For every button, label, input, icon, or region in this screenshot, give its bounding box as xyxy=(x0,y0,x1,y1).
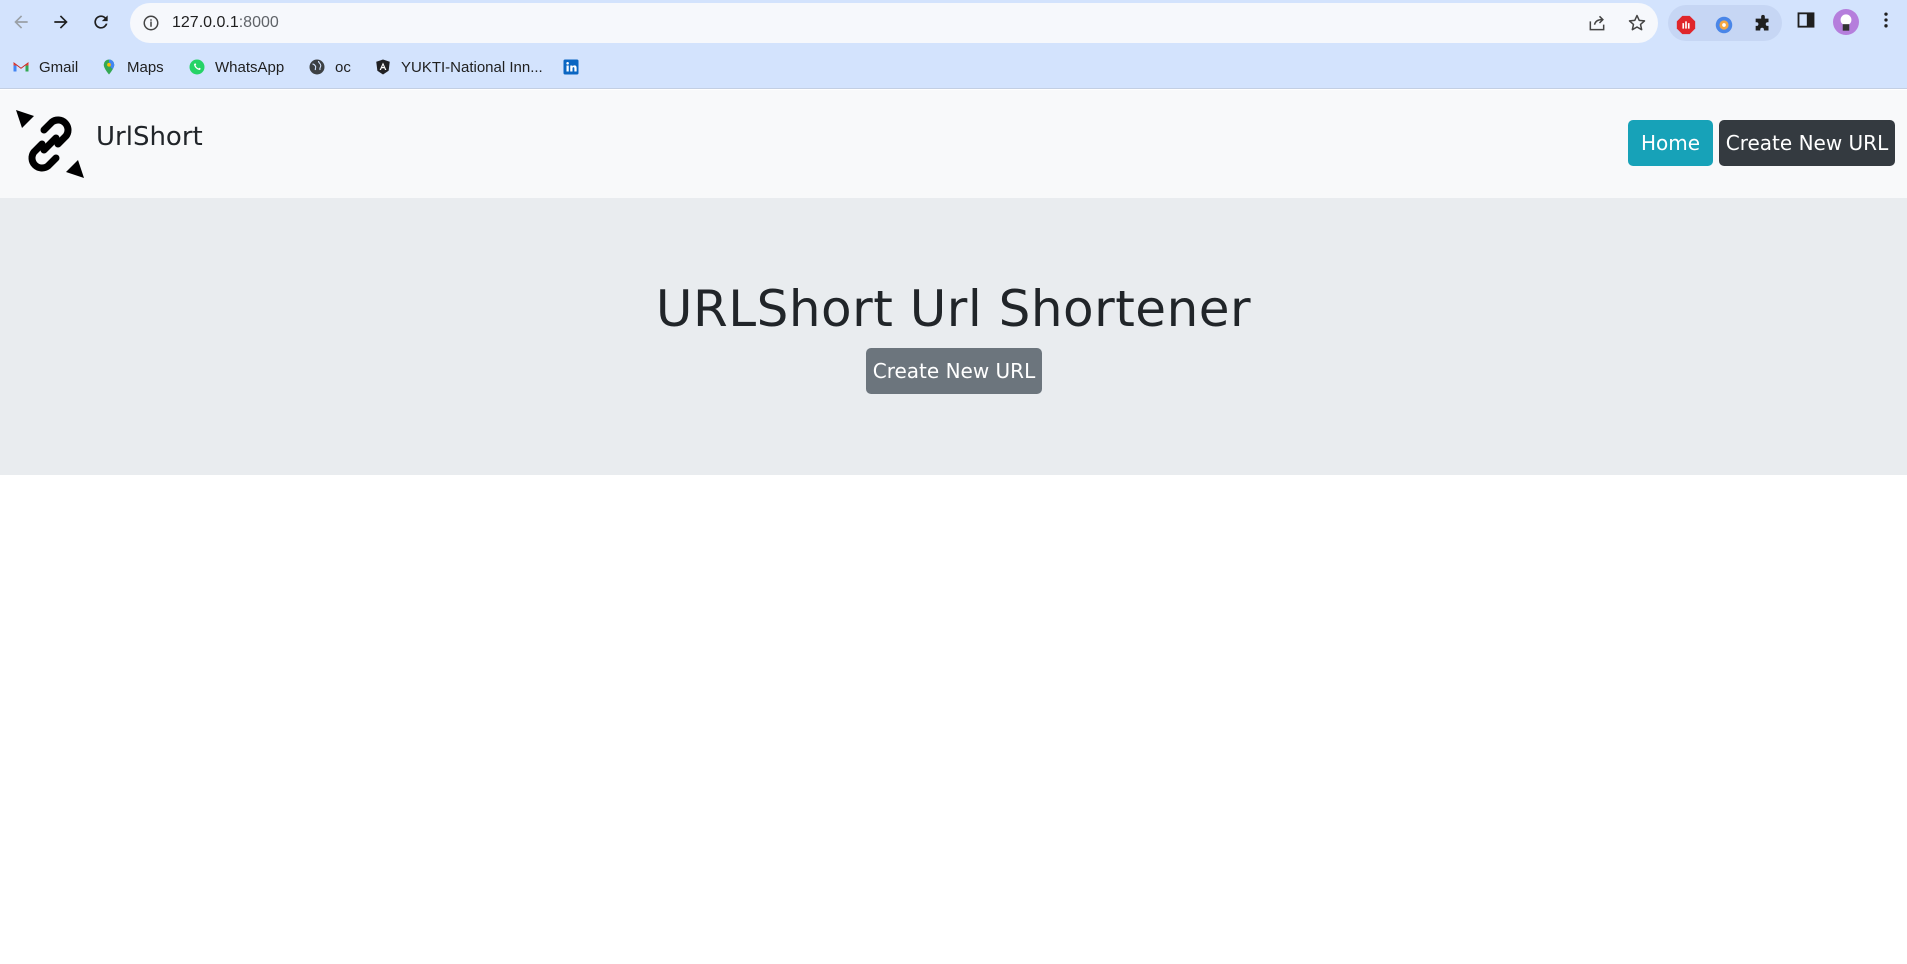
profile-avatar[interactable] xyxy=(1833,9,1859,35)
bookmark-label: WhatsApp xyxy=(215,58,285,76)
arrow-right-icon xyxy=(54,15,68,29)
bookmark-linkedin[interactable] xyxy=(562,46,589,88)
arrow-left-icon xyxy=(14,15,28,29)
bookmark-label: Gmail xyxy=(39,58,79,76)
bookmark-oc[interactable]: oc xyxy=(308,46,351,88)
broken-link-logo-icon[interactable] xyxy=(14,108,86,180)
bookmark-maps[interactable]: Maps xyxy=(100,46,164,88)
back-button[interactable] xyxy=(6,7,36,37)
bookmark-label: oc xyxy=(335,58,351,76)
reload-button[interactable] xyxy=(86,7,116,37)
info-icon xyxy=(143,15,159,31)
bookmark-star-icon[interactable] xyxy=(1627,13,1647,33)
browser-toolbar: 127.0.0.1:8000 xyxy=(0,0,1907,46)
linkedin-icon xyxy=(562,58,580,76)
maps-pin-icon xyxy=(100,58,118,76)
url-port: :8000 xyxy=(238,14,279,31)
page-title: URLShort Url Shortener xyxy=(655,280,1252,338)
puzzle-icon[interactable] xyxy=(1752,14,1774,36)
bookmark-yukti[interactable]: YUKTI-National Inn... xyxy=(374,46,543,88)
address-bar[interactable]: 127.0.0.1:8000 xyxy=(130,3,1658,43)
extensions-group xyxy=(1668,5,1782,41)
forward-button[interactable] xyxy=(46,7,76,37)
brand-name[interactable]: UrlShort xyxy=(96,122,203,152)
kebab-menu-icon[interactable] xyxy=(1876,10,1896,30)
url-host: 127.0.0.1 xyxy=(172,14,239,31)
globe-icon xyxy=(308,58,326,76)
gmail-icon xyxy=(12,58,30,76)
address-url: 127.0.0.1:8000 xyxy=(172,3,279,43)
profile-icon xyxy=(1840,14,1852,31)
adblock-icon[interactable] xyxy=(1675,14,1697,36)
hero-create-new-url-button[interactable]: Create New URL xyxy=(866,348,1042,394)
extension-circle-icon[interactable] xyxy=(1713,14,1735,36)
nav-create-new-url-button[interactable]: Create New URL xyxy=(1719,120,1895,166)
angular-icon xyxy=(374,58,392,76)
bookmarks-bar: Gmail Maps WhatsApp oc YUKTI-National In… xyxy=(0,46,1907,89)
bookmark-label: YUKTI-National Inn... xyxy=(401,58,543,76)
reload-icon xyxy=(94,15,108,29)
share-icon[interactable] xyxy=(1587,13,1607,33)
whatsapp-icon xyxy=(188,58,206,76)
site-navbar: UrlShort xyxy=(0,90,1907,198)
side-panel-icon[interactable] xyxy=(1796,10,1816,30)
home-button[interactable]: Home xyxy=(1628,120,1713,166)
bookmark-whatsapp[interactable]: WhatsApp xyxy=(188,46,284,88)
bookmark-label: Maps xyxy=(127,58,164,76)
bookmark-gmail[interactable]: Gmail xyxy=(12,46,78,88)
